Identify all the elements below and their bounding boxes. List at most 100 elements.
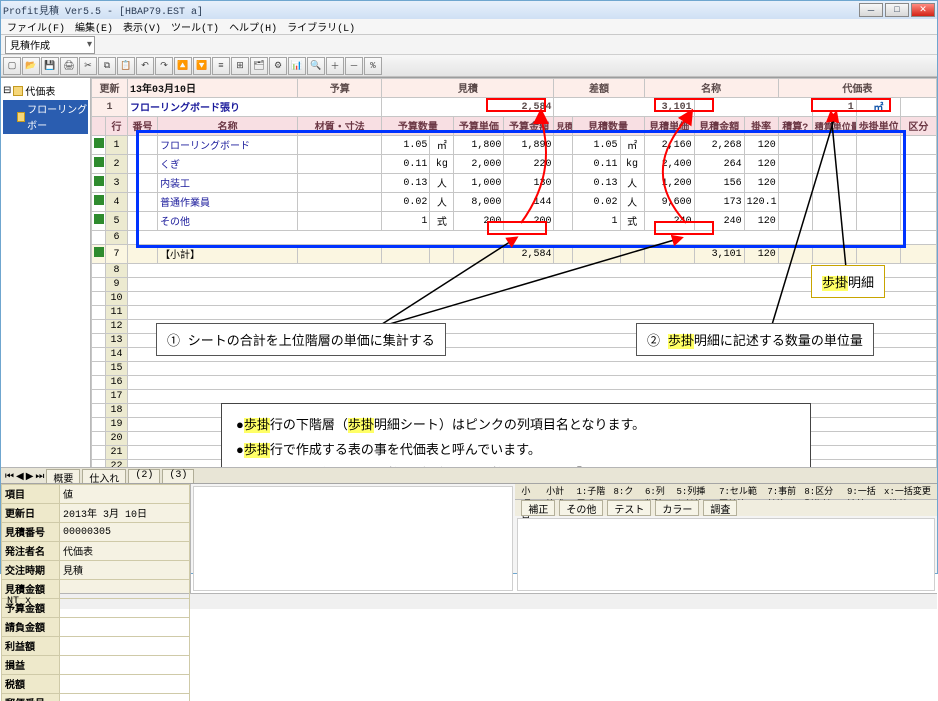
row-marker-icon — [94, 195, 104, 205]
table-row[interactable]: 10 — [92, 292, 937, 306]
sub-tabs: 補正 その他 テスト カラー 調査 — [515, 500, 937, 516]
table-row[interactable]: 8 — [92, 264, 937, 278]
table-row[interactable]: 2 くぎ 0.11kg 2,000220 0.11kg 2,400264 120 — [92, 155, 937, 174]
menu-edit[interactable]: 編集(E) — [75, 19, 113, 35]
table-row[interactable]: 3 内装工 0.13人 1,000130 0.13人 1,200156 120 — [92, 174, 937, 193]
quote-total-cell[interactable]: 3,101 — [554, 98, 694, 117]
ftab[interactable]: 小計算式 — [546, 484, 568, 499]
app-window: Profit見積 Ver5.5 - [HBAP79.EST a] － □ ✕ フ… — [0, 0, 938, 574]
unit-qty-cell[interactable]: 1 — [812, 98, 856, 117]
tree-panel: ⊟ 代価表 フローリングボー — [1, 78, 91, 467]
tool-i-icon[interactable]: ＋ — [326, 57, 344, 75]
col-bamt: 予算金額 — [504, 117, 554, 136]
table-row[interactable]: 4 普通作業員 0.02人 8,000144 0.02人 9,600173 12… — [92, 193, 937, 212]
subtotal-row[interactable]: 7 【小計】 2,584 3,101 120 — [92, 245, 937, 264]
tool-open-icon[interactable]: 📂 — [22, 57, 40, 75]
ftab[interactable]: 6:列削除 — [645, 484, 668, 499]
lower-right-grid[interactable] — [517, 518, 935, 591]
menu-file[interactable]: ファイル(F) — [7, 19, 65, 35]
menu-lib[interactable]: ライブラリ(L) — [287, 19, 355, 35]
stab[interactable]: 調査 — [703, 500, 737, 516]
tool-new-icon[interactable]: ▢ — [3, 57, 21, 75]
ftab[interactable]: x:一括変更(洗替) — [884, 484, 931, 499]
tool-cut-icon[interactable]: ✂ — [79, 57, 97, 75]
tool-k-icon[interactable]: % — [364, 57, 382, 75]
tool-save-icon[interactable]: 💾 — [41, 57, 59, 75]
tab-0[interactable]: 概要 — [46, 469, 80, 483]
lower-left-panel — [191, 484, 515, 593]
nav-next-icon[interactable]: ▶ — [26, 471, 34, 483]
minimize-button[interactable]: － — [859, 3, 883, 17]
ftab[interactable]: 9:一括読替 — [847, 484, 876, 499]
tool-undo-icon[interactable]: ↶ — [136, 57, 154, 75]
ftab[interactable]: 8:区分別集計 — [804, 484, 839, 499]
tool-paste-icon[interactable]: 📋 — [117, 57, 135, 75]
nav-last-icon[interactable]: ⏭ — [35, 471, 44, 483]
close-button[interactable]: ✕ — [911, 3, 935, 17]
table-row[interactable]: 1 フローリングボード 1.05㎡ 1,8001,890 1.05㎡ 2,160… — [92, 136, 937, 155]
ftab[interactable]: 1:子階層式 — [576, 484, 605, 499]
hdr-quote: 見積 — [382, 79, 554, 98]
ftab[interactable]: 小項目 — [521, 484, 538, 499]
table-row[interactable]: 15 — [92, 362, 937, 376]
nav-first-icon[interactable]: ⏮ — [5, 471, 14, 483]
sheet-tabs: ⏮ ◀ ▶ ⏭ 概要 仕入れ (2) (3) — [1, 467, 937, 483]
subtotal-quote: 3,101 — [694, 245, 744, 264]
stab[interactable]: その他 — [559, 500, 603, 516]
table-row[interactable]: 9 — [92, 278, 937, 292]
mode-combo[interactable]: 見積作成 — [5, 36, 95, 54]
notes-box: ●歩掛行の下階層（歩掛明細シート）はピンクの列項目名となります。 ●歩掛行で作成… — [221, 403, 811, 467]
table-row[interactable]: 11 — [92, 306, 937, 320]
ftab[interactable]: 7:セル範囲計算 — [719, 484, 759, 499]
menu-tool[interactable]: ツール(T) — [171, 19, 219, 35]
tool-copy-icon[interactable]: ⧉ — [98, 57, 116, 75]
stab[interactable]: カラー — [655, 500, 699, 516]
hdr-name: 名称 — [644, 79, 778, 98]
tab-1[interactable]: 仕入れ — [82, 469, 126, 483]
tool-redo-icon[interactable]: ↷ — [155, 57, 173, 75]
table-row[interactable]: 17 — [92, 390, 937, 404]
tab-2[interactable]: (2) — [128, 469, 160, 483]
col-rate: 掛率 — [744, 117, 778, 136]
table-row[interactable]: 5 その他 1式 200200 1式 240240 120 — [92, 212, 937, 231]
item-name[interactable]: フローリングボード張り — [128, 98, 382, 117]
tool-g-icon[interactable]: 📊 — [288, 57, 306, 75]
col-bunit: 予算単価 — [454, 117, 504, 136]
tree-root-label: 代価表 — [25, 83, 55, 99]
tree-child-label: フローリングボー — [27, 101, 88, 133]
tree-root[interactable]: ⊟ 代価表 — [3, 82, 88, 100]
nav-prev-icon[interactable]: ◀ — [16, 471, 24, 483]
ftab[interactable]: 7:事前計算 — [767, 484, 796, 499]
menu-help[interactable]: ヘルプ(H) — [229, 19, 277, 35]
menu-view[interactable]: 表示(V) — [123, 19, 161, 35]
unit-sym-cell[interactable]: ㎡ — [856, 98, 900, 117]
tool-d-icon[interactable]: ⊞ — [231, 57, 249, 75]
tool-e-icon[interactable]: 🗂 — [250, 57, 268, 75]
annot-2: ② 歩掛明細に記述する数量の単位量 — [636, 323, 874, 356]
tool-h-icon[interactable]: 🔍 — [307, 57, 325, 75]
ftab[interactable]: 5:列挿入計算 — [676, 484, 711, 499]
maximize-button[interactable]: □ — [885, 3, 909, 17]
table-row[interactable]: 16 — [92, 376, 937, 390]
tool-b-icon[interactable]: 🔽 — [193, 57, 211, 75]
tool-a-icon[interactable]: 🔼 — [174, 57, 192, 75]
hdr-update: 更新 — [92, 79, 128, 98]
tool-print-icon[interactable]: 🖨 — [60, 57, 78, 75]
table-row[interactable]: 6 — [92, 231, 937, 245]
stab[interactable]: テスト — [607, 500, 651, 516]
tag-bukake: 歩掛明細 — [811, 265, 885, 298]
tab-3[interactable]: (3) — [162, 469, 194, 483]
col-spec: 材質・寸法 — [298, 117, 382, 136]
spreadsheet: 更新 13年03月10日 予算 見積 差額 名称 代価表 1 フローリングボード… — [91, 78, 937, 467]
lower-left-grid[interactable] — [193, 486, 513, 591]
stab[interactable]: 補正 — [521, 500, 555, 516]
tool-c-icon[interactable]: ≡ — [212, 57, 230, 75]
tool-f-icon[interactable]: ⚙ — [269, 57, 287, 75]
col-qunit: 見積単価 — [644, 117, 694, 136]
content-area: ⊟ 代価表 フローリングボー — [1, 77, 937, 467]
budget-total-cell[interactable]: 2,584 — [382, 98, 554, 117]
status-text: NT x — [7, 596, 31, 607]
tool-j-icon[interactable]: － — [345, 57, 363, 75]
ftab[interactable]: 8:クリア — [614, 484, 637, 499]
tree-child[interactable]: フローリングボー — [3, 100, 88, 134]
